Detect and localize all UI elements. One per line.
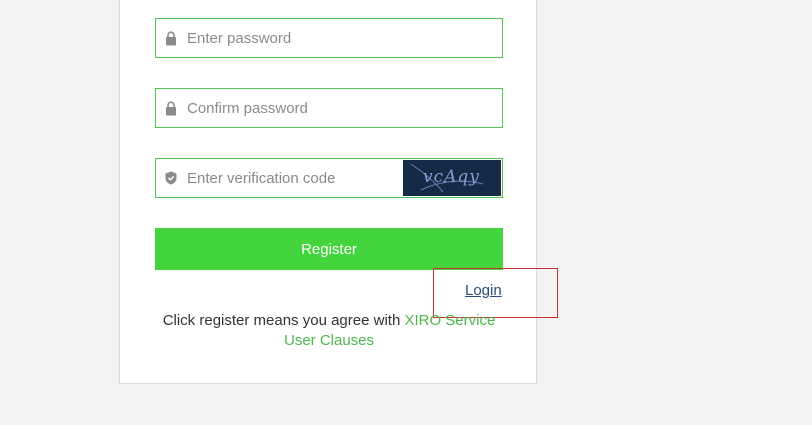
login-link[interactable]: Login — [465, 282, 502, 299]
terms-text: Click register means you agree with XIRO… — [155, 311, 503, 351]
terms-prefix: Click register means you agree with — [162, 312, 405, 329]
captcha-text: vcAqy — [423, 167, 480, 187]
lock-icon — [164, 100, 178, 116]
captcha-image[interactable]: vcAqy — [403, 160, 501, 196]
shield-icon — [164, 170, 178, 186]
register-button[interactable]: Register — [155, 228, 503, 270]
confirm-password-field[interactable] — [155, 88, 503, 128]
verification-code-input[interactable] — [187, 159, 403, 197]
password-field[interactable] — [155, 18, 503, 58]
lock-icon — [164, 30, 178, 46]
confirm-password-input[interactable] — [187, 89, 502, 127]
verification-field[interactable]: vcAqy — [155, 158, 503, 198]
password-input[interactable] — [187, 19, 502, 57]
